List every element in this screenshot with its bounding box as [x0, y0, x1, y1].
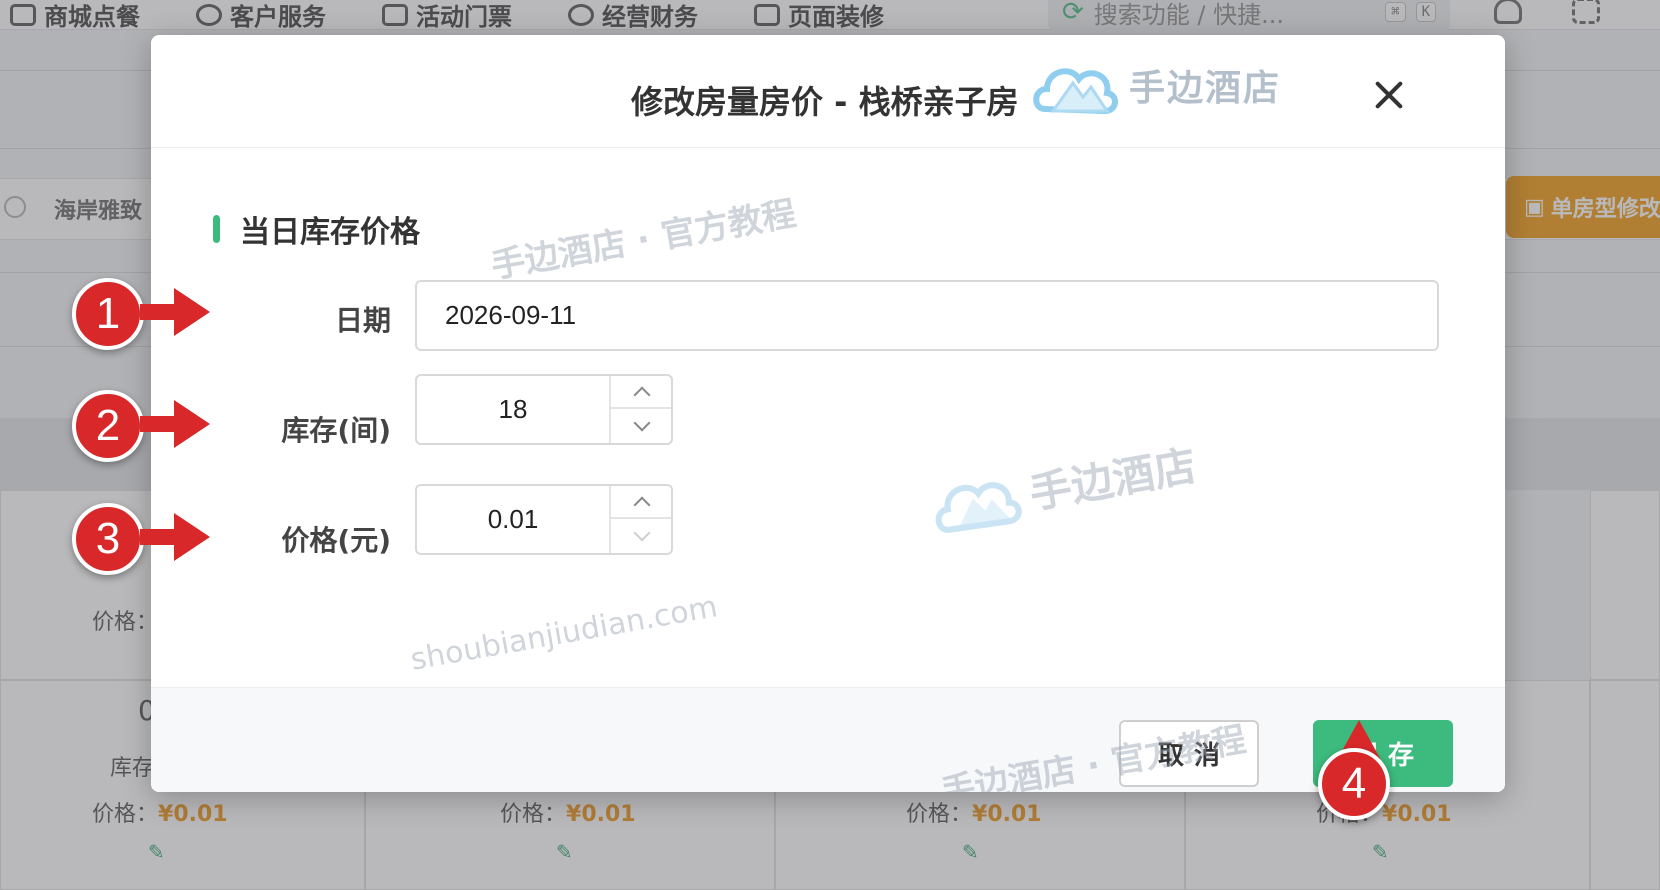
stock-stepper[interactable]: [415, 374, 673, 445]
modal-footer: 取消 保存: [151, 687, 1505, 792]
cloud-mountain-icon: [935, 482, 1022, 533]
stock-decrement-button[interactable]: [611, 409, 671, 442]
price-increment-button[interactable]: [611, 486, 671, 519]
close-icon[interactable]: [1369, 75, 1409, 115]
modal-header: 修改房量房价 - 栈桥亲子房 手边酒店: [151, 35, 1505, 148]
chevron-down-icon: [633, 414, 651, 431]
section-heading: 当日库存价格: [213, 207, 420, 251]
step-badge-1: 1: [72, 278, 144, 350]
brand-logo: 手边酒店: [1031, 53, 1281, 117]
watermark-domain: shoubianjiudian.com: [407, 589, 721, 678]
step-badge-2: 2: [72, 390, 144, 462]
stock-stepper-controls: [609, 376, 671, 443]
step-badge-4: 4: [1318, 748, 1390, 820]
price-stepper-controls: [609, 486, 671, 553]
arrow-right-icon: [140, 513, 210, 561]
price-stepper[interactable]: [415, 484, 673, 555]
arrow-right-icon: [140, 400, 210, 448]
watermark-brand-text: 手边酒店: [1025, 440, 1200, 518]
edit-inventory-modal: 修改房量房价 - 栈桥亲子房 手边酒店 当日库存价格 日期 库存(间) 价格(元…: [151, 35, 1505, 792]
cancel-button[interactable]: 取消: [1119, 720, 1259, 787]
cloud-mountain-icon: [1033, 68, 1118, 115]
chevron-up-icon: [633, 496, 651, 513]
section-accent-bar: [213, 215, 220, 243]
price-input[interactable]: [417, 486, 609, 553]
section-title-text: 当日库存价格: [240, 215, 420, 250]
watermark-brand: 手边酒店: [925, 429, 1200, 541]
date-field[interactable]: [415, 280, 1439, 351]
step-badge-3: 3: [72, 503, 144, 575]
price-decrement-button[interactable]: [611, 519, 671, 552]
chevron-down-icon: [633, 524, 651, 541]
stock-increment-button[interactable]: [611, 376, 671, 409]
brand-name: 手边酒店: [1129, 68, 1282, 109]
stock-input[interactable]: [417, 376, 609, 443]
chevron-up-icon: [633, 386, 651, 403]
modal-title: 修改房量房价 - 栈桥亲子房: [631, 83, 1019, 121]
arrow-right-icon: [140, 288, 210, 336]
watermark-tutorial: 手边酒店 · 官方教程: [488, 193, 799, 287]
